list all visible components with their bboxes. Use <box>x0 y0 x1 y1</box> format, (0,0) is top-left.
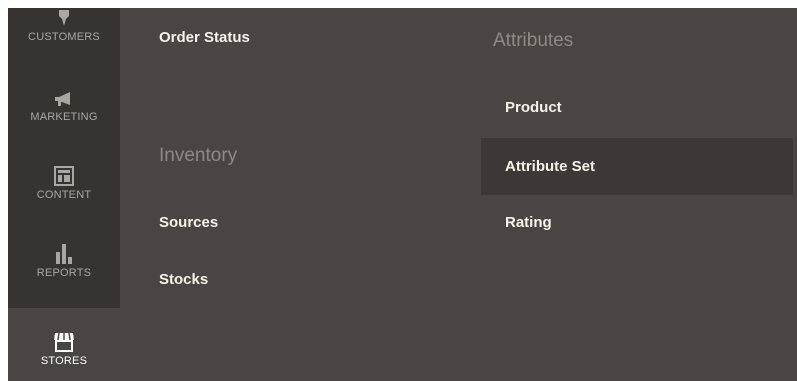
sidebar-item-label: CONTENT <box>36 189 92 201</box>
sidebar-item-label: CUSTOMERS <box>28 31 100 43</box>
sidebar-item-stores[interactable]: STORES <box>8 308 120 381</box>
menu-link-product[interactable]: Product <box>505 99 562 116</box>
sidebar-item-label: REPORTS <box>36 267 92 279</box>
megaphone-icon <box>53 84 75 108</box>
sidebar-item-content[interactable]: CONTENT <box>8 162 120 222</box>
sidebar-item-reports[interactable]: REPORTS <box>8 240 120 310</box>
inventory-heading: Inventory <box>159 145 238 166</box>
menu-link-stocks[interactable]: Stocks <box>159 271 208 288</box>
screen: CUSTOMERS MARKETING CONTENT REPORTS STOR… <box>0 0 797 381</box>
menu-link-sources[interactable]: Sources <box>159 214 218 231</box>
menu-link-rating[interactable]: Rating <box>505 214 552 231</box>
storefront-icon <box>53 328 75 352</box>
sidebar-item-customers[interactable]: CUSTOMERS <box>8 8 120 68</box>
sidebar: CUSTOMERS MARKETING CONTENT REPORTS STOR… <box>8 8 120 381</box>
admin-menu: CUSTOMERS MARKETING CONTENT REPORTS STOR… <box>8 8 797 381</box>
menu-link-order-status[interactable]: Order Status <box>159 29 250 46</box>
sidebar-item-label: MARKETING <box>30 111 98 123</box>
bar-chart-icon <box>53 240 75 264</box>
sidebar-item-label: STORES <box>40 355 88 367</box>
menu-link-attribute-set[interactable]: Attribute Set <box>481 138 793 195</box>
customers-icon <box>58 8 70 28</box>
attributes-heading: Attributes <box>493 30 574 51</box>
sidebar-item-marketing[interactable]: MARKETING <box>8 84 120 144</box>
layout-icon <box>54 162 74 186</box>
